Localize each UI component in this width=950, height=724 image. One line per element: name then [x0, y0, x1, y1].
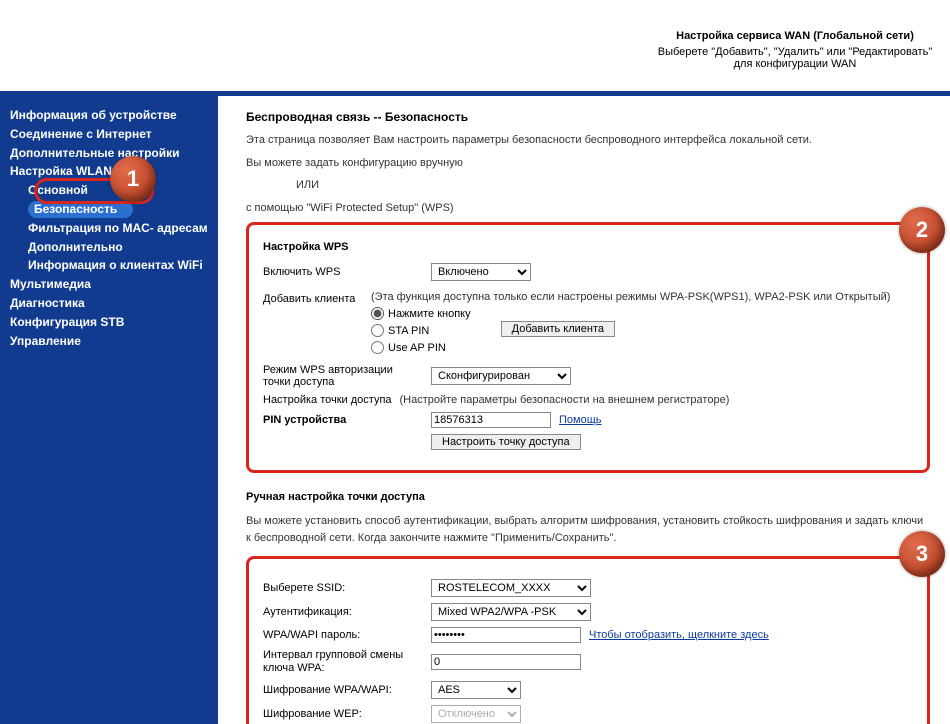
- wan-service-hint: Настройка сервиса WAN (Глобальной сети) …: [650, 30, 940, 70]
- configure-ap-button[interactable]: Настроить точку доступа: [431, 434, 581, 450]
- wps-mode-label: Режим WPS авторизации точки доступа: [263, 364, 423, 388]
- manual-title: Ручная настройка точки доступа: [246, 491, 930, 503]
- sidebar-item-multimedia[interactable]: Мультимедиа: [10, 275, 212, 294]
- wps-section: 2 Настройка WPS Включить WPS Включено До…: [246, 222, 930, 473]
- sidebar-item-internet[interactable]: Соединение с Интернет: [10, 125, 212, 144]
- sidebar-item-management[interactable]: Управление: [10, 332, 212, 351]
- sidebar-item-advanced[interactable]: Дополнительные настройки: [10, 144, 212, 163]
- page-desc-4: с помощью "WiFi Protected Setup" (WPS): [246, 200, 930, 217]
- callout-3: 3: [899, 531, 945, 577]
- device-pin-label: PIN устройства: [263, 414, 423, 426]
- auth-label: Аутентификация:: [263, 606, 423, 618]
- page-desc-2: Вы можете задать конфигурацию вручную: [246, 155, 930, 172]
- wpa-pass-label: WPA/WAPI пароль:: [263, 629, 423, 641]
- wps-radio-ap-pin[interactable]: Use AP PIN: [371, 341, 471, 354]
- page-desc-or: ИЛИ: [246, 177, 930, 194]
- wps-add-client-button[interactable]: Добавить клиента: [501, 321, 615, 337]
- sidebar-item-device-info[interactable]: Информация об устройстве: [10, 106, 212, 125]
- rekey-label: Интервал групповой смены ключа WPA:: [263, 649, 423, 675]
- sidebar-item-stb[interactable]: Конфигурация STB: [10, 313, 212, 332]
- top-header: Настройка сервиса WAN (Глобальной сети) …: [0, 0, 950, 96]
- sidebar-item-wlan-advanced[interactable]: Дополнительно: [10, 238, 212, 257]
- wps-add-client-hint: (Эта функция доступна только если настро…: [371, 291, 890, 303]
- enc-wep-select: Отключено: [431, 705, 521, 723]
- device-pin-help-link[interactable]: Помощь: [559, 414, 602, 426]
- wps-title: Настройка WPS: [263, 241, 913, 253]
- wps-add-client-label: Добавить клиента: [263, 291, 363, 305]
- ap-setup-hint: (Настройте параметры безопасности на вне…: [400, 394, 730, 406]
- ssid-select[interactable]: ROSTELECOM_XXXX: [431, 579, 591, 597]
- callout-2: 2: [899, 207, 945, 253]
- manual-section: 3 Выберете SSID: ROSTELECOM_XXXX Аутенти…: [246, 556, 930, 724]
- wan-title: Настройка сервиса WAN (Глобальной сети): [650, 30, 940, 42]
- sidebar-item-diagnostics[interactable]: Диагностика: [10, 294, 212, 313]
- sidebar-item-wlan-security[interactable]: Безопасность: [10, 200, 212, 219]
- ssid-label: Выберете SSID:: [263, 582, 423, 594]
- sidebar-item-wlan-clients[interactable]: Информация о клиентах WiFi: [10, 256, 212, 275]
- show-password-link[interactable]: Чтобы отобразить, щелкните здесь: [589, 629, 769, 641]
- device-pin-input[interactable]: [431, 412, 551, 428]
- sidebar-item-label: Безопасность: [28, 201, 133, 218]
- rekey-input[interactable]: [431, 654, 581, 670]
- wps-mode-select[interactable]: Сконфигурирован: [431, 367, 571, 385]
- wps-radio-pushbutton[interactable]: Нажмите кнопку: [371, 307, 471, 320]
- sidebar: Информация об устройстве Соединение с Ин…: [0, 96, 218, 724]
- sidebar-item-wlan-macfilter[interactable]: Фильтрация по MAC- адресам: [10, 219, 212, 238]
- enc-wpa-select[interactable]: AES: [431, 681, 521, 699]
- wps-enable-select[interactable]: Включено: [431, 263, 531, 281]
- page-title: Беспроводная связь -- Безопасность: [246, 110, 930, 124]
- wpa-pass-input[interactable]: [431, 627, 581, 643]
- wps-radio-sta-pin[interactable]: STA PIN: [371, 324, 471, 337]
- content: Беспроводная связь -- Безопасность Эта с…: [218, 96, 950, 724]
- wps-enable-label: Включить WPS: [263, 266, 423, 278]
- wan-subtitle: Выберете "Добавить", "Удалить" или "Реда…: [658, 46, 932, 70]
- callout-1: 1: [110, 156, 156, 202]
- ap-setup-label: Настройка точки доступа: [263, 394, 392, 406]
- manual-desc: Вы можете установить способ аутентификац…: [246, 513, 930, 546]
- page-desc-1: Эта страница позволяет Вам настроить пар…: [246, 132, 930, 149]
- enc-wpa-label: Шифрование WPA/WAPI:: [263, 684, 423, 696]
- auth-select[interactable]: Mixed WPA2/WPA -PSK: [431, 603, 591, 621]
- enc-wep-label: Шифрование WEP:: [263, 708, 423, 720]
